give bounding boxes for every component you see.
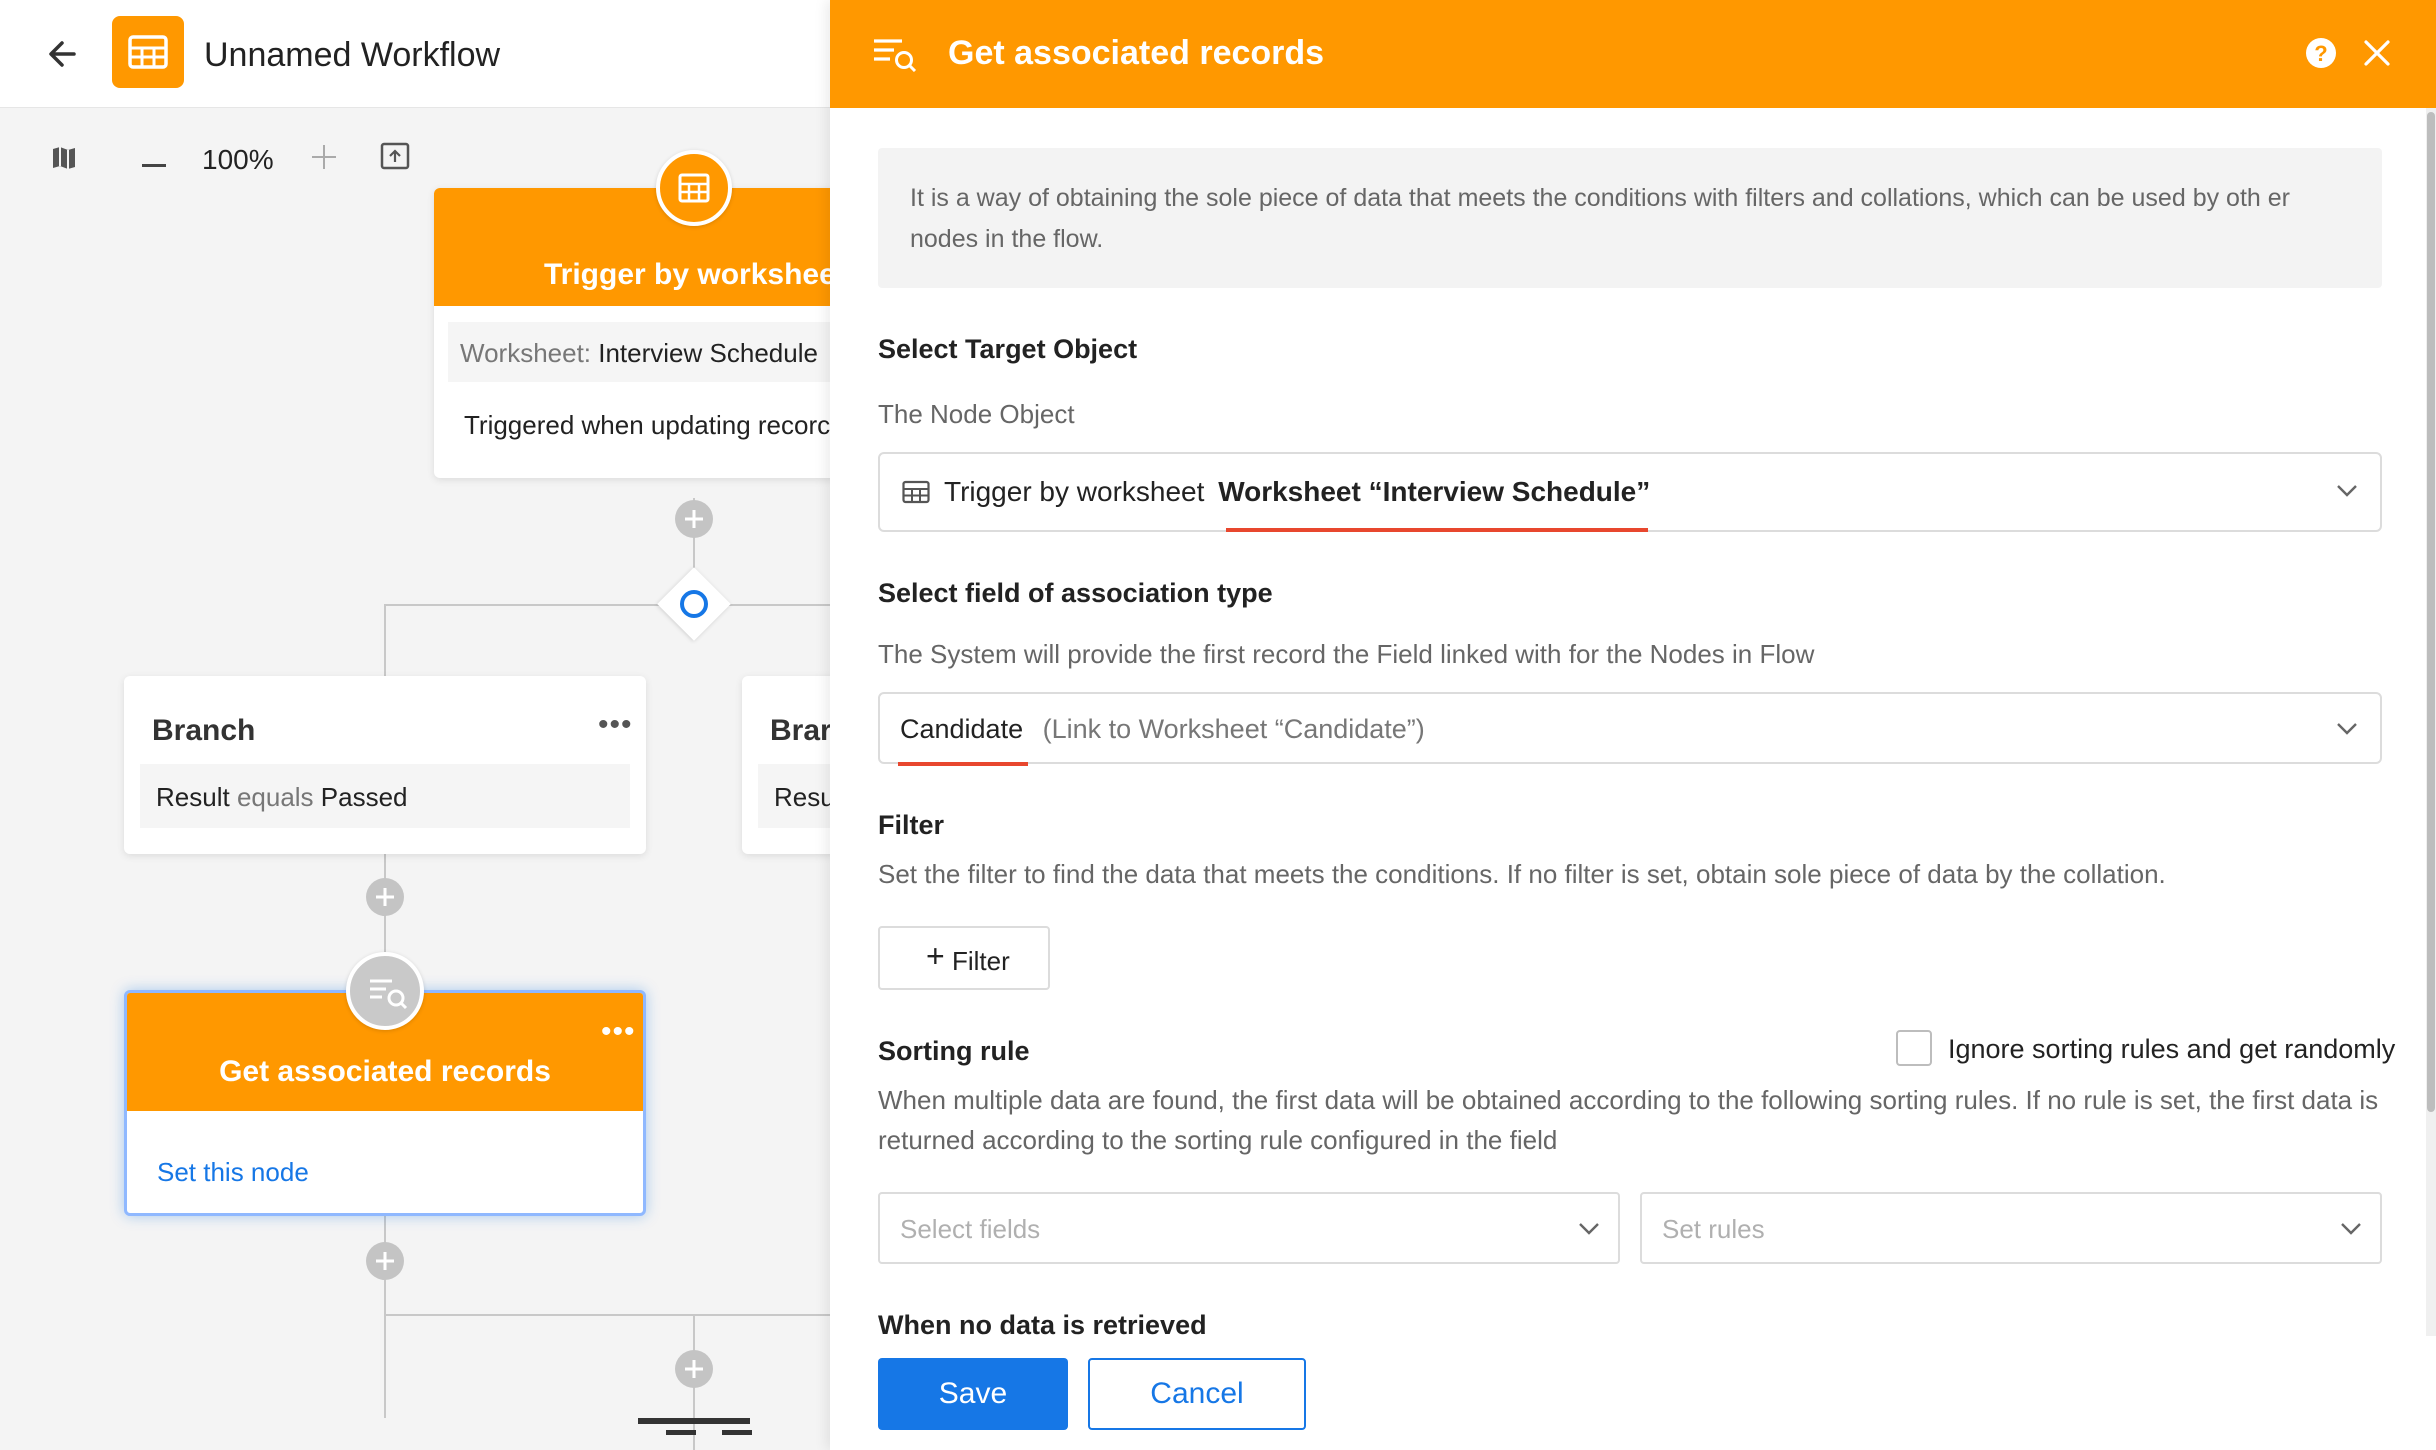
node-config-panel: Get associated records ? It is a way of …: [830, 0, 2436, 1450]
association-field-highlight: [898, 762, 1028, 766]
node-description: It is a way of obtaining the sole piece …: [878, 148, 2382, 288]
add-filter-label: Filter: [952, 946, 1010, 976]
trigger-node[interactable]: Trigger by workshee Worksheet: Interview…: [434, 188, 840, 478]
flow-end-marker-dash: [722, 1430, 752, 1435]
target-object-value: Worksheet “Interview Schedule”: [1218, 476, 1651, 507]
set-this-node-link[interactable]: Set this node: [157, 1157, 309, 1188]
workflow-title[interactable]: Unnamed Workflow: [204, 36, 500, 75]
association-field-subtitle: The System will provide the first record…: [878, 639, 1815, 669]
close-icon[interactable]: [2362, 38, 2392, 73]
no-data-title: When no data is retrieved: [878, 1310, 1207, 1336]
sorting-title: Sorting rule: [878, 1036, 1030, 1066]
trigger-worksheet-value: Interview Schedule: [598, 338, 818, 368]
zoom-in-icon[interactable]: [312, 145, 336, 174]
search-records-node-icon: [346, 952, 424, 1030]
branch-2-title: Brar: [770, 714, 832, 747]
fit-screen-icon[interactable]: [380, 142, 410, 175]
back-arrow-icon[interactable]: [44, 34, 84, 74]
workflow-topbar: Unnamed Workflow: [0, 0, 840, 108]
chevron-down-icon: [2336, 722, 2358, 741]
branch-1-more-icon[interactable]: •••: [598, 710, 633, 740]
worksheet-app-icon: [112, 16, 184, 88]
branch-node-2[interactable]: Brar Resu: [742, 676, 840, 854]
branch-1-field: Result: [156, 782, 230, 812]
panel-footer: Save Cancel: [830, 1336, 2426, 1450]
chevron-down-icon: [1578, 1222, 1600, 1241]
scrollbar-thumb[interactable]: [2427, 112, 2435, 1112]
get-records-more-icon[interactable]: •••: [601, 1017, 636, 1047]
workflow-canvas[interactable]: 100% Trigger by workshee Worksheet: Inte…: [0, 108, 840, 1450]
search-records-icon: [872, 36, 918, 77]
worksheet-table-icon: [902, 480, 930, 509]
chevron-down-icon: [2336, 484, 2358, 503]
sorting-subtitle: When multiple data are found, the first …: [878, 1085, 2379, 1155]
add-node-plus-icon[interactable]: [675, 500, 713, 538]
filter-subtitle: Set the filter to find the data that mee…: [878, 859, 2166, 889]
panel-header: Get associated records ?: [830, 0, 2436, 108]
association-field-select[interactable]: Candidate (Link to Worksheet “Candidate”…: [878, 692, 2382, 764]
sort-rule-select[interactable]: Set rules: [1640, 1192, 2382, 1264]
branch-2-field: Resu: [774, 782, 835, 812]
association-field-value: Candidate: [900, 714, 1024, 744]
sort-field-placeholder: Select fields: [900, 1214, 1041, 1244]
zoom-out-icon[interactable]: [142, 156, 166, 174]
target-object-select[interactable]: Trigger by worksheet Worksheet “Intervie…: [878, 452, 2382, 532]
zoom-level: 100%: [202, 144, 274, 175]
trigger-worksheet-label: Worksheet:: [460, 338, 592, 368]
trigger-node-title: Trigger by workshee: [434, 188, 840, 306]
target-object-subtitle: The Node Object: [878, 399, 1075, 429]
map-icon[interactable]: [50, 144, 78, 177]
branch-1-operator: equals: [236, 782, 314, 812]
panel-title: Get associated records: [948, 34, 1325, 72]
trigger-node-icon: [656, 150, 732, 226]
branch-1-value: Passed: [320, 782, 408, 812]
plus-icon: +: [926, 938, 945, 974]
chevron-down-icon: [2340, 1222, 2362, 1241]
add-filter-button[interactable]: + Filter: [878, 926, 1050, 990]
target-object-highlight: [1226, 528, 1648, 532]
add-node-plus-icon[interactable]: [366, 1242, 404, 1280]
ignore-sorting-label[interactable]: Ignore sorting rules and get randomly: [1948, 1034, 2395, 1065]
branch-1-title: Branch: [152, 714, 256, 747]
filter-title: Filter: [878, 810, 945, 840]
branch-node-1[interactable]: Branch ••• Result equals Passed: [124, 676, 646, 854]
sort-field-select[interactable]: Select fields: [878, 1192, 1620, 1264]
association-field-hint: (Link to Worksheet “Candidate”): [1042, 714, 1425, 744]
branch-gateway-circle-icon: [680, 590, 708, 618]
ignore-sorting-checkbox[interactable]: [1896, 1030, 1932, 1066]
cancel-button[interactable]: Cancel: [1088, 1358, 1306, 1430]
association-field-title: Select field of association type: [878, 578, 1273, 608]
save-button[interactable]: Save: [878, 1358, 1068, 1430]
target-object-prefix: Trigger by worksheet: [944, 476, 1205, 507]
flow-end-marker: [638, 1418, 750, 1424]
add-node-plus-icon[interactable]: [366, 878, 404, 916]
panel-body[interactable]: It is a way of obtaining the sole piece …: [830, 108, 2426, 1336]
trigger-condition-text: Triggered when updating recorc: [464, 410, 831, 440]
add-node-plus-icon[interactable]: [675, 1350, 713, 1388]
help-icon[interactable]: ?: [2306, 38, 2336, 68]
flow-end-marker-dash: [666, 1430, 696, 1435]
target-object-title: Select Target Object: [878, 334, 1138, 364]
panel-scrollbar[interactable]: [2426, 108, 2436, 1336]
sort-rule-placeholder: Set rules: [1662, 1214, 1765, 1244]
